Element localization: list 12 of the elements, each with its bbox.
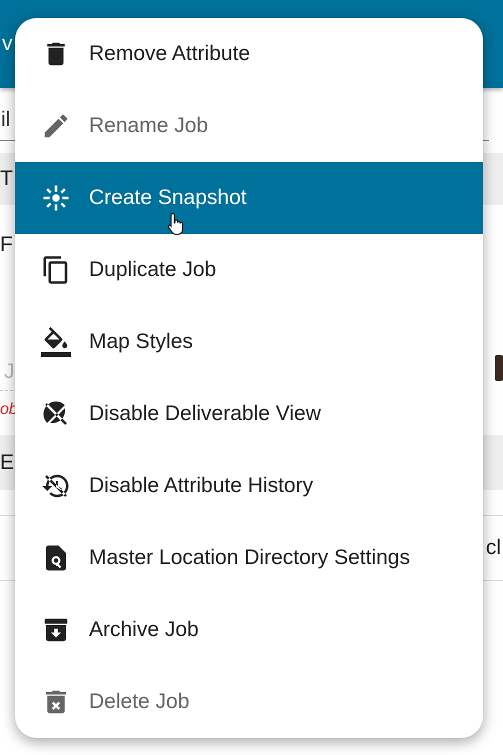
menu-item[interactable]: Master Location Directory Settings: [15, 522, 483, 594]
menu-item[interactable]: Archive Job: [15, 594, 483, 666]
header-title: v: [2, 32, 12, 56]
menu-item[interactable]: Map Styles: [15, 306, 483, 378]
menu-item[interactable]: Create Snapshot: [15, 162, 483, 234]
table-cell: cl: [486, 536, 501, 560]
menu-item[interactable]: Duplicate Job: [15, 234, 483, 306]
snapshot-icon: [41, 183, 71, 213]
menu-item[interactable]: Remove Attribute: [15, 18, 483, 90]
paint-bucket-icon: [41, 327, 71, 357]
field-label: F: [0, 233, 13, 257]
hand-cursor-icon: [167, 212, 185, 236]
